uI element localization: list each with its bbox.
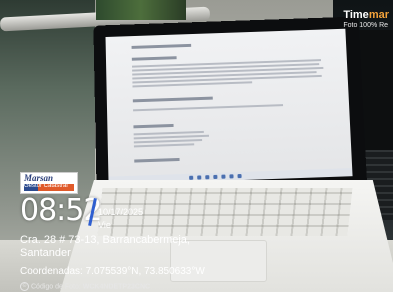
timemark-title: Timemar — [343, 9, 389, 21]
taskbar-icon — [205, 175, 210, 180]
taskbar-icon — [221, 174, 226, 179]
brand-part2: mar — [368, 9, 389, 21]
doc-line — [133, 104, 284, 112]
doc-heading — [133, 123, 174, 129]
taskbar-icon — [197, 175, 202, 180]
photo-scene: Timemar Foto 100% Re Marsan Gestor Catas… — [0, 0, 393, 292]
timemark-watermark: Timemar Foto 100% Re — [343, 9, 389, 29]
brand-part1: Time — [343, 9, 369, 21]
stamp-date: 10/17/2025 — [98, 207, 144, 217]
taskbar-icon — [237, 173, 242, 179]
stamp-coordinates: Coordenadas: 7.075539°N, 73.850633°W — [20, 266, 205, 277]
photo-code-value: WCK4NDETP23CNC — [82, 283, 151, 291]
doc-heading — [131, 56, 177, 61]
doc-heading — [131, 43, 192, 49]
taskbar-icon — [213, 174, 218, 180]
company-logo: Marsan Gestor Catastral — [20, 172, 78, 194]
plant-background — [96, 0, 186, 20]
logo-name: Marsan — [24, 173, 54, 183]
doc-heading — [132, 96, 213, 103]
timemark-subtitle: Foto 100% Re — [343, 22, 389, 29]
laptop-lid — [93, 16, 368, 196]
doc-line — [133, 143, 195, 148]
stamp-photo-code: © Código de Foto: WCK4NDETP23CNC — [20, 282, 150, 291]
photo-code-label: Código de Foto: — [31, 283, 81, 291]
taskbar-icon — [229, 174, 234, 179]
taskbar-icon — [189, 175, 194, 180]
stamp-address-line2: Santander — [20, 247, 71, 259]
stamp-address-line1: Cra. 28 # 73-13, Barrancabermeja, — [20, 234, 190, 246]
doc-heading — [134, 157, 180, 163]
laptop-screen — [105, 28, 353, 185]
logo-tagline: Gestor Catastral — [24, 183, 68, 189]
copyright-icon: © — [20, 282, 29, 291]
stamp-weekday: Vie — [98, 220, 111, 230]
